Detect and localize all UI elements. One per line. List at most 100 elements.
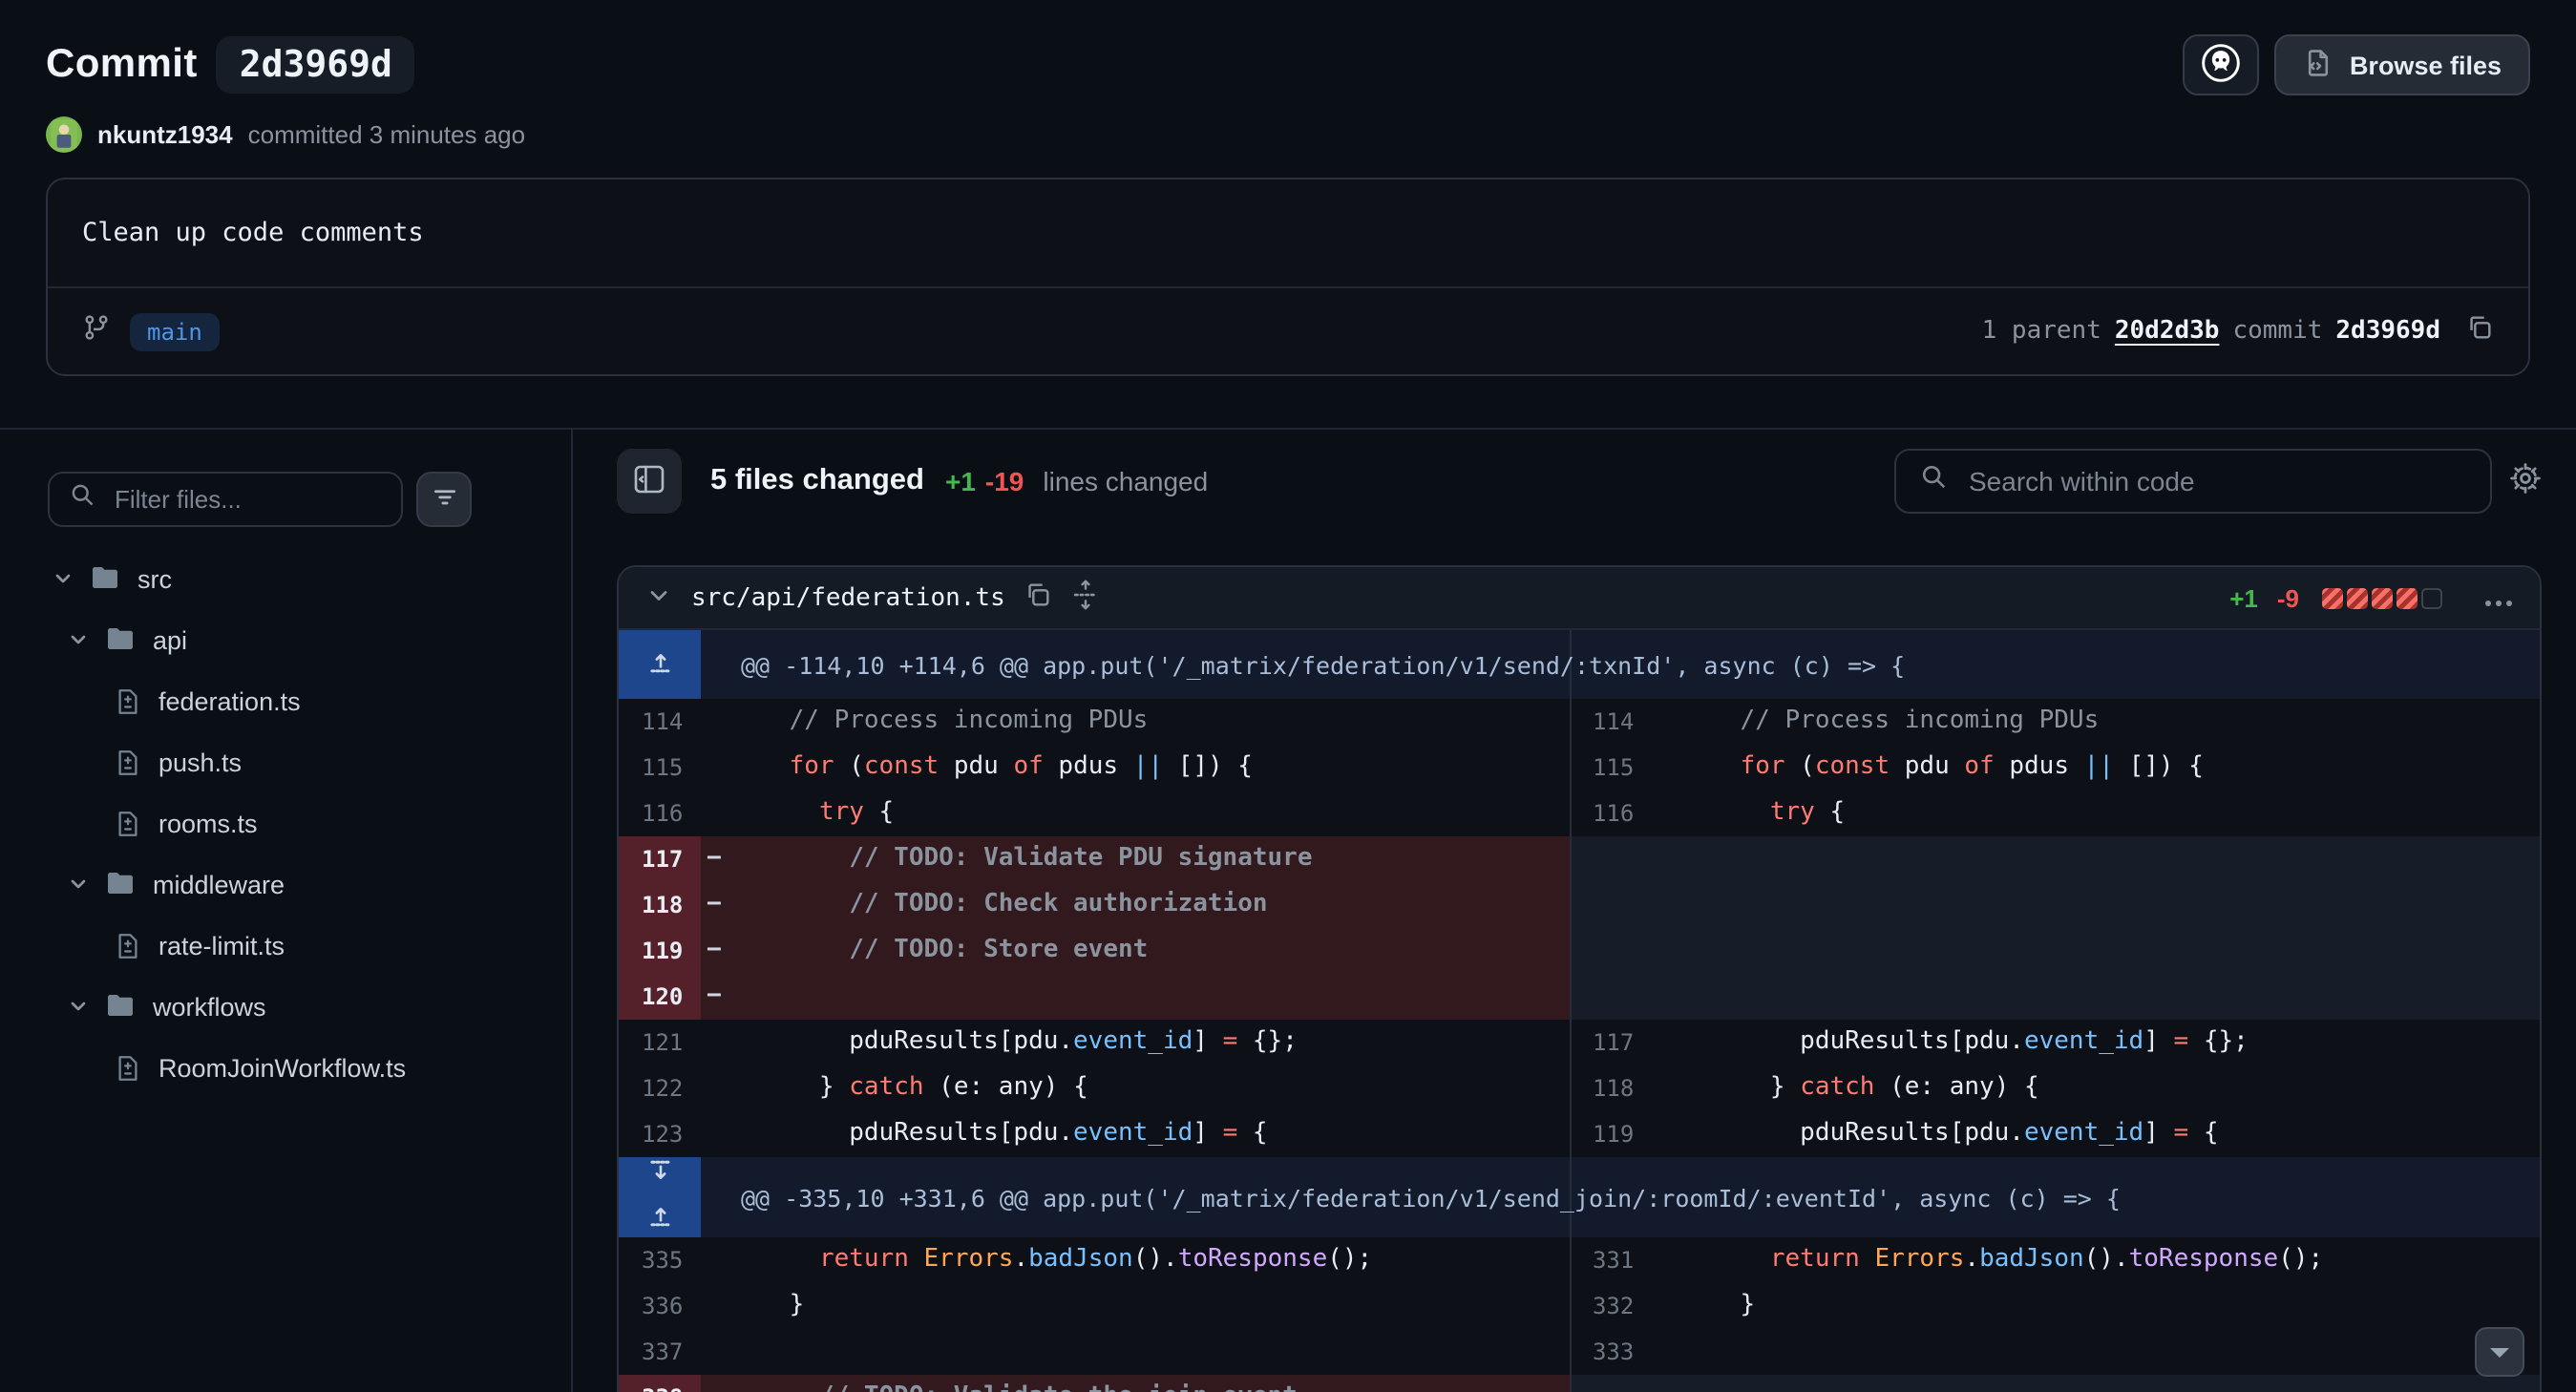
browse-files-button[interactable]: Browse files [2275,34,2530,95]
author-name[interactable]: nkuntz1934 [97,120,233,149]
line-number[interactable]: 114 [619,699,701,745]
expand-up-button[interactable] [646,1201,673,1237]
copy-sha-button[interactable] [2465,313,2494,349]
line-number[interactable]: 337 [619,1329,701,1375]
page-header: Commit 2d3969d Browse files [0,0,2576,428]
code-text: // TODO: Store event [729,928,1148,974]
diff-marker [1652,1283,1680,1329]
file-header: src/api/federation.ts +1 -9 [619,567,2540,630]
commit-label: commit [2232,317,2322,346]
diff-main: 5 files changed +1 -19 lines changed [573,430,2576,1392]
filter-button[interactable] [416,472,472,527]
line-number[interactable]: 118 [1570,1065,1652,1111]
collapse-file-button[interactable] [645,581,672,614]
tree-folder-workflows[interactable]: workflows [48,976,544,1037]
line-number[interactable]: 119 [619,928,701,974]
line-number[interactable]: 118 [619,882,701,928]
tree-file-push.ts[interactable]: push.ts [48,731,544,792]
diff-cell: 115 for (const pdu of pdus || []) { [1570,745,2540,791]
parent-sha-link[interactable]: 20d2d3b [2115,317,2220,346]
avatar[interactable] [46,116,82,153]
expand-up-icon [646,646,673,683]
sidebar-toggle-button[interactable] [617,449,682,514]
line-number[interactable]: 120 [619,974,701,1020]
expand-down-icon [646,1157,673,1193]
expand-down-button[interactable] [646,1157,673,1193]
code-text: pduResults[pdu.event_id] = { [1680,1111,2219,1157]
line-number[interactable]: 338 [619,1375,701,1392]
file-filter-input[interactable] [111,483,382,516]
line-number[interactable]: 116 [1570,791,1652,836]
line-number[interactable]: 115 [619,745,701,791]
line-number[interactable]: 121 [619,1020,701,1065]
diff-cell: 116 try { [1570,791,2540,836]
line-number[interactable]: 116 [619,791,701,836]
kraken-logo-icon [2201,41,2243,89]
diff-marker [1652,1065,1680,1111]
code-text: // TODO: Check authorization [729,882,1268,928]
tree-file-RoomJoinWorkflow.ts[interactable]: RoomJoinWorkflow.ts [48,1037,544,1098]
diff-cell: 114 // Process incoming PDUs [1570,699,2540,745]
tree-item-label: RoomJoinWorkflow.ts [158,1053,406,1082]
file-path: src/api/federation.ts [691,583,1005,612]
diff-cell: 114 // Process incoming PDUs [619,699,1570,745]
line-number[interactable]: 336 [619,1283,701,1329]
line-number[interactable]: 122 [619,1065,701,1111]
diff-cell: 120− [619,974,1570,1020]
diffstat-block-empty [2421,587,2442,608]
kraken-logo-button[interactable] [2184,34,2260,95]
code-text: for (const pdu of pdus || []) { [1680,745,2204,791]
tree-item-label: middleware [153,870,285,898]
tree-file-rooms.ts[interactable]: rooms.ts [48,792,544,854]
hunk-row: @@ -335,10 +331,6 @@ app.put('/_matrix/f… [619,1157,2540,1237]
line-number[interactable]: 333 [1570,1329,1652,1375]
diff-marker [701,1237,729,1283]
folder-icon [105,869,136,899]
diffstat-block-del [2397,587,2418,608]
diff-cell: 337 [619,1329,1570,1375]
line-number[interactable]: 114 [1570,699,1652,745]
diff-line: 119− // TODO: Store event [619,928,2540,974]
expand-all-button[interactable] [1072,579,1101,617]
branch-chip[interactable]: main [130,312,220,350]
file-tree: srcapifederation.tspush.tsrooms.ts middle… [48,548,544,1098]
file-code-icon [2304,47,2334,83]
files-changed-count: 5 files changed [710,464,924,498]
file-menu-button[interactable] [2484,583,2513,612]
diff-marker [1652,1329,1680,1375]
line-number[interactable]: 332 [1570,1283,1652,1329]
line-number[interactable]: 117 [1570,1020,1652,1065]
line-number[interactable]: 331 [1570,1237,1652,1283]
diff-line: 120− [619,974,2540,1020]
tree-file-rate-limit.ts[interactable]: rate-limit.ts [48,915,544,976]
line-number[interactable]: 335 [619,1237,701,1283]
gear-icon [2509,462,2542,500]
settings-gear-button[interactable] [2509,462,2542,500]
commit-sha: 2d3969d [2335,317,2440,346]
diff-marker [1652,1020,1680,1065]
browse-files-label: Browse files [2350,51,2502,79]
tree-file-federation.ts[interactable]: federation.ts [48,670,544,731]
diff-marker: − [701,974,729,1020]
tree-folder-src[interactable]: src [48,548,544,609]
commit-message: Clean up code comments [48,179,2528,286]
diff-cell: 335 return Errors.badJson().toResponse()… [619,1237,1570,1283]
committed-text: committed 3 minutes ago [248,120,525,149]
diff-marker [701,1329,729,1375]
line-number[interactable]: 115 [1570,745,1652,791]
tree-folder-api[interactable]: api [48,609,544,670]
line-number[interactable]: 119 [1570,1111,1652,1157]
diff-cell: 118 } catch (e: any) { [1570,1065,2540,1111]
line-number[interactable]: 123 [619,1111,701,1157]
scroll-bottom-button[interactable] [2475,1327,2524,1377]
code-search-input[interactable] [1965,464,2467,498]
line-number[interactable]: 117 [619,836,701,882]
expand-up-button[interactable] [646,646,673,683]
copy-path-button[interactable] [1024,580,1053,615]
code-text: } catch (e: any) { [1680,1065,2039,1111]
diff-cell: 117− // TODO: Validate PDU signature [619,836,1570,882]
tree-folder-middleware[interactable]: middleware [48,854,544,915]
total-deletions: -19 [985,466,1024,496]
file-diff-icon [115,748,141,776]
diff-toolbar: 5 files changed +1 -19 lines changed [617,449,2542,514]
